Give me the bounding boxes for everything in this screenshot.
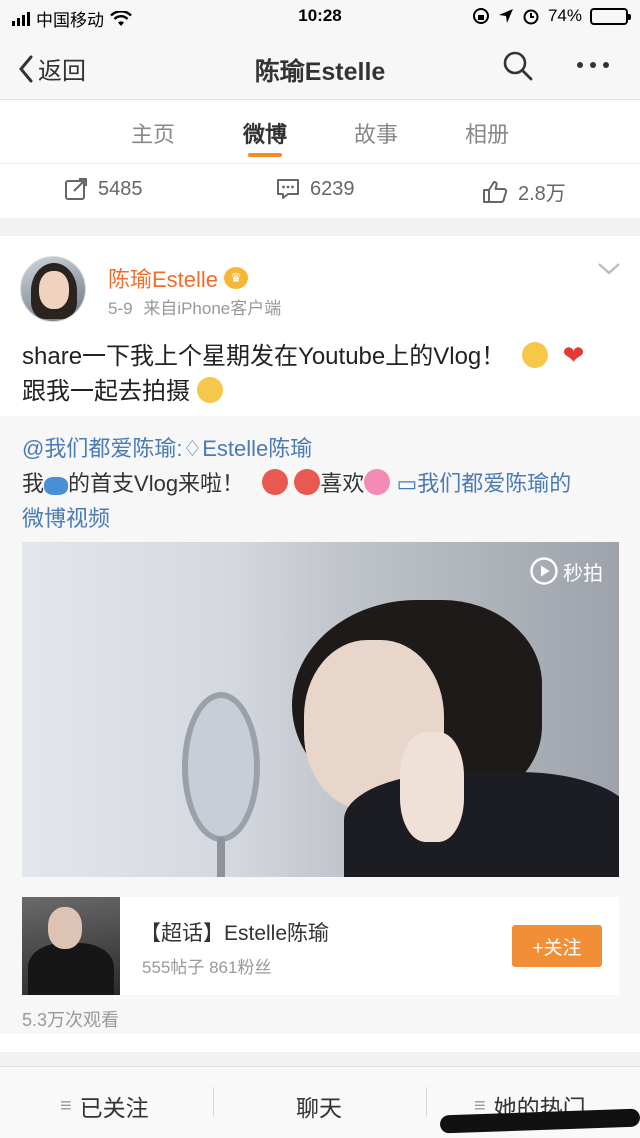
video-link-line2[interactable]: 微博视频 [22, 506, 110, 531]
repost-icon [65, 178, 87, 200]
repost-count: 5485 [98, 177, 143, 200]
post-text: share一下我上个星期发在Youtube上的Vlog！ ❤ 跟我一起去拍摄 [22, 338, 622, 409]
avatar[interactable] [20, 256, 86, 322]
follow-topic-button[interactable]: +关注 [512, 925, 602, 967]
hearts-emoji-icon [364, 469, 391, 495]
video-player[interactable]: 秒拍 [22, 542, 619, 877]
diamond-icon: ♢ [182, 436, 203, 461]
video-link-icon: ▭ [396, 471, 418, 496]
tab-label: 微博 [242, 122, 287, 147]
repost-text-b: 的首支Vlog来啦！ [68, 471, 245, 496]
tab-label: 故事 [353, 122, 398, 147]
topic-stats: 555帖子 861粉丝 [142, 958, 272, 977]
mention-name-link[interactable]: Estelle陈瑜 [202, 436, 312, 461]
post-source: 来自iPhone客户端 [143, 299, 282, 318]
location-icon [498, 9, 513, 23]
tab-weibo[interactable]: 微博 [220, 117, 310, 157]
menu-lines-icon: ≡ [60, 1094, 72, 1117]
followed-button[interactable]: ≡ 已关注 [60, 1089, 149, 1123]
battery-icon [590, 7, 631, 25]
comment-icon [277, 179, 299, 199]
search-button[interactable] [502, 50, 534, 87]
author-name: 陈瑜Estelle [108, 267, 219, 292]
vip-crown-icon: ♛ [224, 267, 249, 289]
video-brand: 秒拍 [563, 562, 603, 585]
battery-percent: 74% [547, 6, 582, 25]
post-date: 5-9 [108, 299, 133, 318]
repost-container[interactable]: @我们都爱陈瑜:♢Estelle陈瑜 我的首支Vlog来啦！ 喜欢 ▭我们都爱陈… [0, 416, 640, 1034]
divider [426, 1087, 427, 1117]
chevron-down-icon [598, 263, 620, 275]
heart-eyes-emoji-icon-2 [294, 469, 321, 495]
navigation-bar: 返回 陈瑜Estelle [0, 34, 640, 100]
thumbs-up-icon [483, 180, 508, 203]
page-title: 陈瑜Estelle [254, 58, 386, 86]
repost-text-a: 我 [22, 471, 45, 496]
topic-name: 【超话】Estelle陈瑜 [140, 922, 330, 945]
repost-text: @我们都爱陈瑜:♢Estelle陈瑜 我的首支Vlog来啦！ 喜欢 ▭我们都爱陈… [22, 431, 622, 536]
divider [213, 1087, 214, 1117]
active-tab-indicator [248, 153, 282, 157]
heart-emoji-icon: ❤ [562, 340, 585, 370]
chat-button[interactable]: 聊天 [296, 1089, 342, 1123]
post-text-line2: 跟我一起去拍摄 [22, 378, 190, 405]
post-stats-bar: 5485 6239 2.8万 [0, 164, 640, 218]
heart-eyes-emoji-icon [262, 469, 289, 495]
tab-albums[interactable]: 相册 [442, 117, 532, 149]
alarm-icon [523, 9, 539, 25]
repost-text-c: 喜欢 [320, 471, 365, 496]
post-text-line1: share一下我上个星期发在Youtube上的Vlog！ [22, 343, 506, 370]
author-name-link[interactable]: 陈瑜Estelle ♛ [108, 262, 249, 294]
play-circle-icon [530, 557, 558, 585]
post-card: 陈瑜Estelle ♛ 5-9 来自iPhone客户端 share一下我上个星期… [0, 236, 640, 1052]
mention-link[interactable]: @我们都爱陈瑜: [22, 436, 182, 461]
tab-stories[interactable]: 故事 [331, 117, 421, 149]
like-button[interactable]: 2.8万 [482, 177, 566, 206]
rotation-lock-icon [472, 8, 489, 24]
post-meta: 5-9 来自iPhone客户端 [108, 294, 281, 319]
tab-label: 相册 [464, 122, 509, 147]
video-link[interactable]: 我们都爱陈瑜的 [417, 471, 571, 496]
comment-count: 6239 [310, 177, 355, 200]
search-icon [503, 51, 533, 81]
tab-home[interactable]: 主页 [108, 117, 198, 149]
more-options-button[interactable] [575, 50, 611, 87]
like-count: 2.8万 [518, 183, 566, 205]
video-brand-watermark: 秒拍 [529, 556, 603, 586]
tab-label: 主页 [130, 122, 175, 147]
fish-emoji-icon [44, 477, 69, 495]
followed-label: 已关注 [79, 1095, 149, 1121]
chat-label: 聊天 [296, 1095, 342, 1121]
super-topic-card[interactable]: 【超话】Estelle陈瑜 555帖子 861粉丝 +关注 [22, 897, 619, 995]
repost-button[interactable]: 5485 [64, 177, 143, 201]
status-bar: 中国移动 10:28 74% [0, 0, 640, 34]
kiss-emoji-icon [196, 377, 223, 403]
comment-button[interactable]: 6239 [276, 177, 355, 201]
topic-thumbnail [22, 897, 120, 995]
post-menu-button[interactable] [597, 262, 621, 281]
view-count: 5.3万次观看 [22, 1010, 120, 1030]
gesture-emoji-icon [521, 342, 548, 368]
more-icon [577, 62, 609, 68]
profile-tabs: 主页 微博 故事 相册 [0, 100, 640, 164]
